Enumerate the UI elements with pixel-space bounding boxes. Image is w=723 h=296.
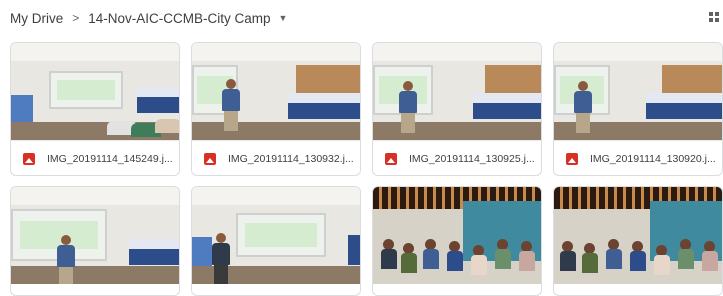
file-card[interactable]: IMG_20191114_130920.j... [553,42,723,176]
grid-view-icon[interactable] [709,12,719,22]
image-thumbnail [192,187,360,284]
breadcrumb-my-drive[interactable]: My Drive [10,11,63,26]
image-thumbnail [554,43,722,140]
file-card[interactable] [10,186,180,296]
breadcrumb-current-folder[interactable]: 14-Nov-AIC-CCMB-City Camp [88,11,270,26]
image-file-icon [566,152,578,165]
file-card[interactable] [553,186,723,296]
image-thumbnail [554,187,722,284]
file-card[interactable]: IMG_20191114_130932.j... [191,42,361,176]
file-caption: IMG_20191114_145249.j... [11,140,179,175]
image-thumbnail [373,187,541,284]
file-card[interactable] [191,186,361,296]
file-caption: IMG_20191114_130920.j... [554,140,722,175]
file-caption: IMG_20191114_130925.j... [373,140,541,175]
folder-dropdown-icon[interactable]: ▼ [279,13,288,23]
breadcrumb-separator: > [72,11,80,25]
image-thumbnail [192,43,360,140]
image-thumbnail [373,43,541,140]
image-file-icon [204,152,216,165]
file-card[interactable] [372,186,542,296]
image-thumbnail [11,187,179,284]
image-file-icon [23,152,35,165]
file-card[interactable]: IMG_20191114_145249.j... [10,42,180,176]
file-name: IMG_20191114_130932.j... [228,152,354,165]
file-caption: IMG_20191114_130932.j... [192,140,360,175]
file-card[interactable]: IMG_20191114_130925.j... [372,42,542,176]
file-name: IMG_20191114_130920.j... [590,152,716,165]
file-name: IMG_20191114_145249.j... [47,152,173,165]
file-name: IMG_20191114_130925.j... [409,152,535,165]
image-file-icon [385,152,397,165]
image-thumbnail [11,43,179,140]
breadcrumb: My Drive > 14-Nov-AIC-CCMB-City Camp ▼ [0,0,723,36]
